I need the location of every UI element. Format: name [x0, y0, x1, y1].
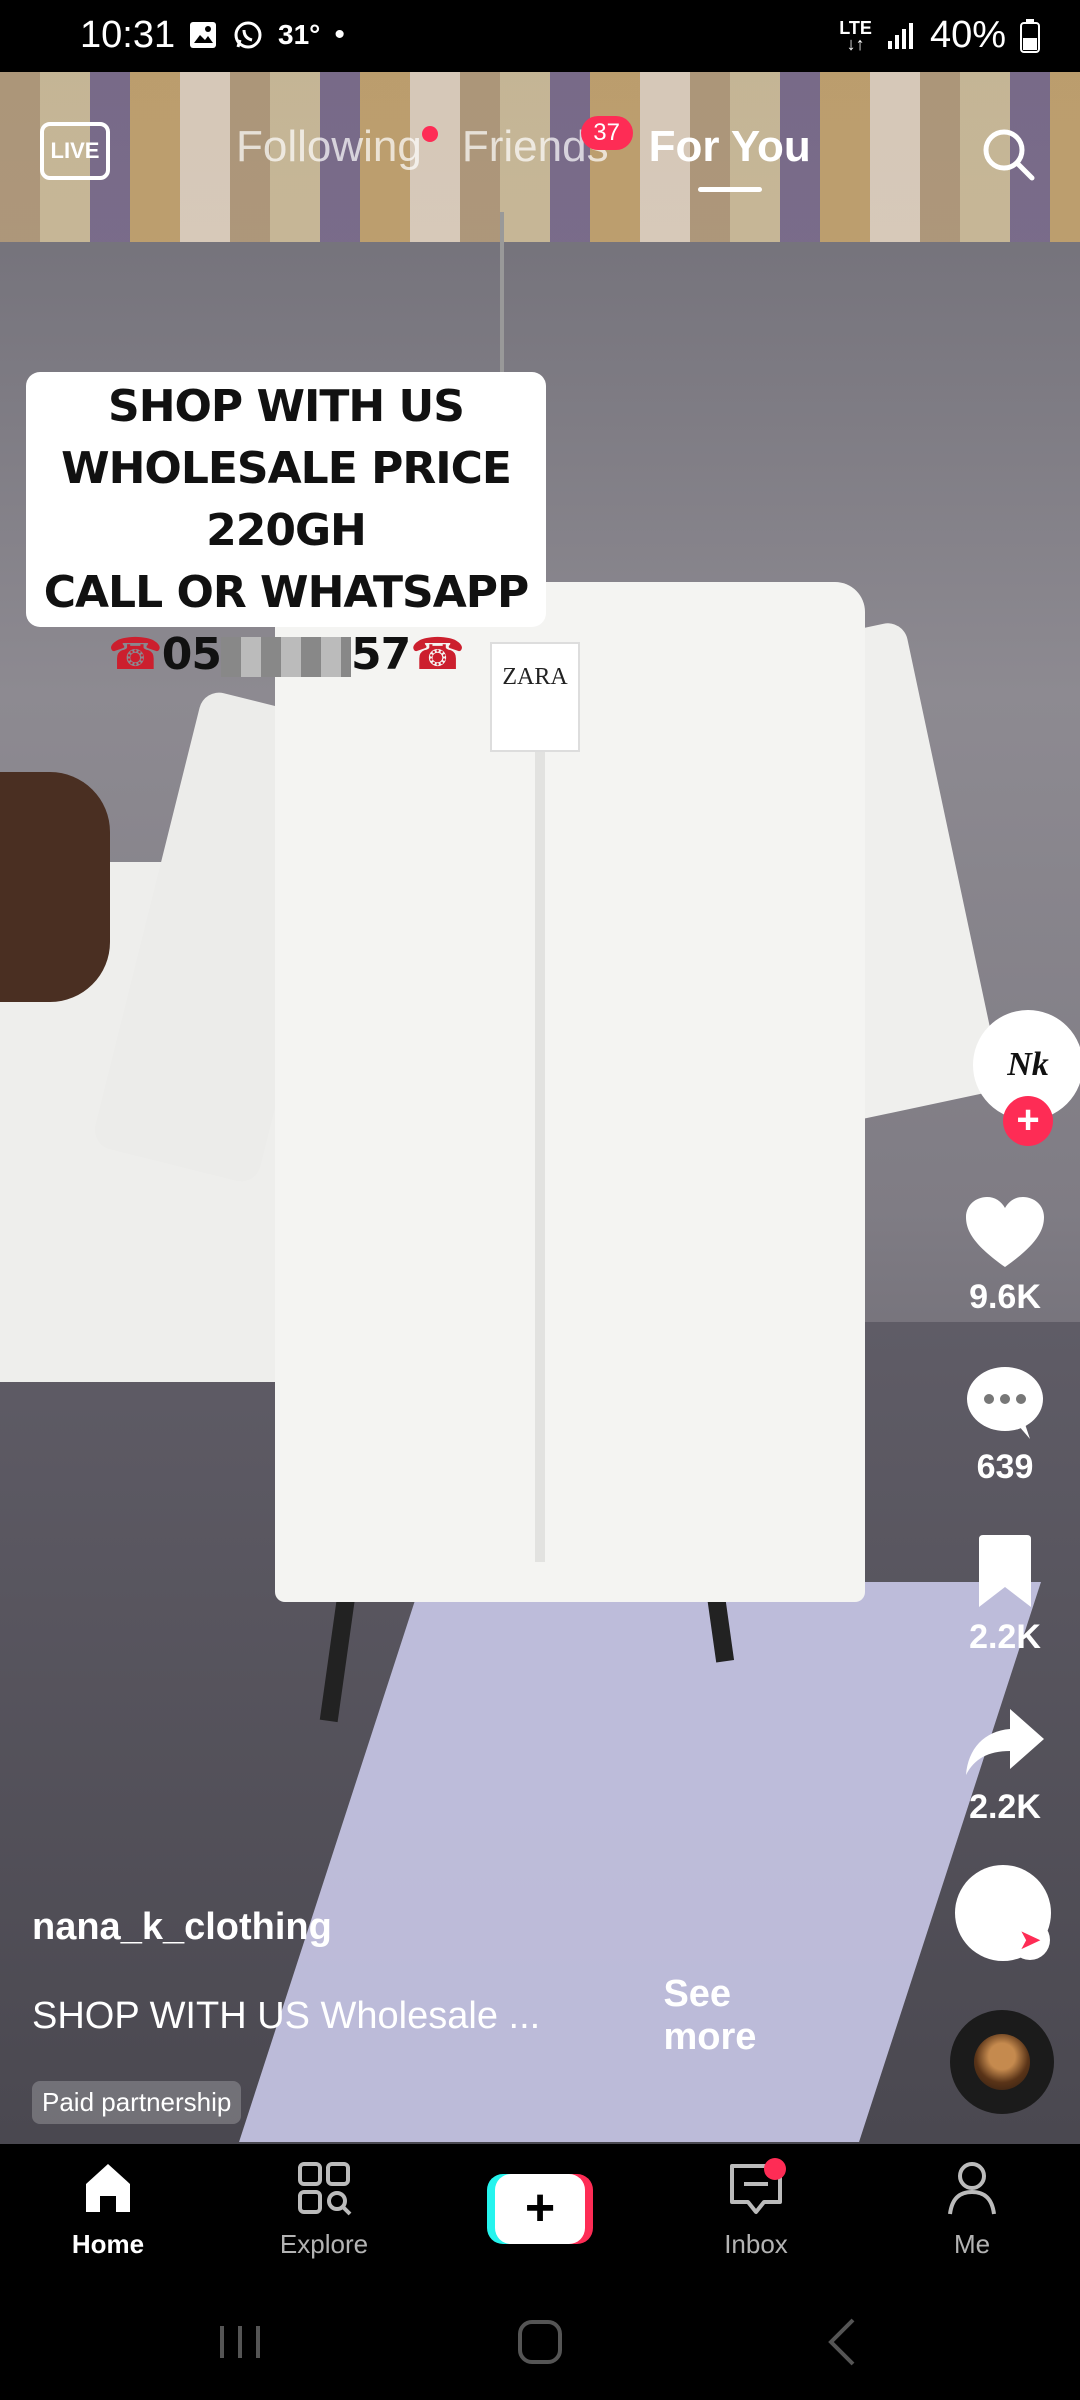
status-notification-icons: 31° • — [188, 18, 345, 52]
back-icon[interactable] — [815, 2312, 875, 2372]
nav-home[interactable]: Home — [28, 2158, 188, 2260]
status-temperature: 31° — [278, 19, 321, 50]
share-count: 2.2K — [969, 1788, 1041, 1826]
search-icon[interactable] — [978, 124, 1038, 184]
home-button-icon[interactable] — [510, 2312, 570, 2372]
gallery-icon — [190, 22, 216, 48]
like-button[interactable]: 9.6K — [930, 1195, 1080, 1317]
friends-count-badge: 37 — [580, 116, 633, 150]
caption-line: SHOP WITH US Wholesale ... See more — [32, 1973, 832, 2059]
battery-icon — [1020, 18, 1040, 53]
video-caption: nana_k_clothing SHOP WITH US Wholesale .… — [32, 1906, 832, 2124]
creator-username[interactable]: nana_k_clothing — [32, 1906, 832, 1949]
telephone-icon: ☎ — [107, 629, 163, 680]
tab-following[interactable]: Following — [236, 122, 438, 172]
feed-tabs: Following Friends 37 For You — [236, 116, 811, 172]
nav-explore[interactable]: Explore — [244, 2158, 404, 2260]
comment-icon — [967, 1367, 1043, 1439]
nav-label: Me — [953, 2229, 991, 2259]
live-button[interactable]: LIVE — [40, 122, 110, 180]
heart-icon — [966, 1197, 1044, 1267]
nav-label: Home — [71, 2229, 145, 2259]
bottom-nav: Home Explore + Inbox Me — [0, 2144, 1080, 2284]
battery-percent: 40% — [929, 14, 1006, 56]
nav-label: Explore — [279, 2229, 369, 2259]
bookmark-icon — [979, 1535, 1031, 1607]
tab-friends[interactable]: Friends 37 — [462, 116, 633, 172]
telephone-icon: ☎ — [410, 629, 465, 680]
caption-text[interactable]: SHOP WITH US Wholesale ... — [32, 1995, 603, 2038]
create-button[interactable]: + — [487, 2174, 593, 2244]
video-player[interactable]: ZARA SHOP WITH US WHOLESALE PRICE 220GH … — [0, 72, 1080, 2144]
profile-icon — [948, 2162, 996, 2215]
phone-prefix: 05 — [161, 629, 222, 680]
white-shirt: ZARA — [90, 542, 1004, 1612]
overlay-line: WHOLESALE PRICE 220GH — [61, 443, 512, 556]
status-right-icons: LTE ↓↑ 40% — [839, 14, 1040, 57]
top-nav: LIVE Following Friends 37 For You — [0, 110, 1080, 210]
tab-label: Following — [236, 122, 422, 171]
inbox-notification-dot — [764, 2158, 786, 2180]
paid-partnership-tag: Paid partnership — [32, 2081, 242, 2124]
shirt-placket — [535, 662, 545, 1562]
avatar-logo: Nk — [1007, 1046, 1049, 1083]
bookmark-button[interactable]: 2.2K — [930, 1535, 1080, 1657]
like-count: 9.6K — [969, 1278, 1041, 1316]
network-type: LTE — [839, 17, 872, 38]
status-bar: 10:31 31° • LTE ↓↑ 40% — [0, 0, 1080, 72]
explore-icon — [298, 2162, 352, 2216]
home-icon — [86, 2164, 130, 2212]
hand — [0, 772, 110, 1002]
recents-icon[interactable] — [210, 2312, 270, 2372]
system-navigation-bar — [0, 2284, 1080, 2400]
music-disc-cover — [974, 2034, 1030, 2090]
status-time: 10:31 — [80, 14, 176, 56]
lte-icon: LTE ↓↑ — [839, 17, 872, 54]
nav-profile[interactable]: Me — [892, 2158, 1052, 2260]
overlay-line: CALL OR WHATSAPP — [43, 567, 530, 618]
pixelated-redaction — [221, 637, 351, 677]
overlay-phone-line: ☎05 57☎ — [26, 624, 546, 686]
tab-label: For You — [648, 122, 811, 171]
signal-icon — [887, 22, 913, 49]
comment-count: 639 — [976, 1448, 1034, 1486]
music-disc[interactable] — [950, 2010, 1054, 2114]
nav-label: Inbox — [724, 2229, 788, 2259]
tab-for-you[interactable]: For You — [649, 122, 811, 172]
share-icon — [966, 1709, 1044, 1775]
comment-button[interactable]: 639 — [930, 1365, 1080, 1487]
see-more-link[interactable]: See more — [663, 1973, 832, 2059]
phone-suffix: 57 — [351, 629, 411, 680]
nav-inbox[interactable]: Inbox — [676, 2158, 836, 2260]
notification-dot — [421, 126, 438, 142]
follow-button[interactable]: + — [1003, 1096, 1053, 1146]
whatsapp-icon — [234, 21, 262, 49]
overlay-line: SHOP WITH US — [108, 381, 465, 432]
bookmark-count: 2.2K — [969, 1618, 1041, 1656]
send-icon: ➤ — [1010, 1920, 1050, 1960]
plus-icon: + — [495, 2174, 585, 2244]
share-button[interactable]: 2.2K — [930, 1705, 1080, 1827]
video-text-overlay: SHOP WITH US WHOLESALE PRICE 220GH CALL … — [26, 372, 546, 680]
status-dot: • — [334, 18, 345, 51]
